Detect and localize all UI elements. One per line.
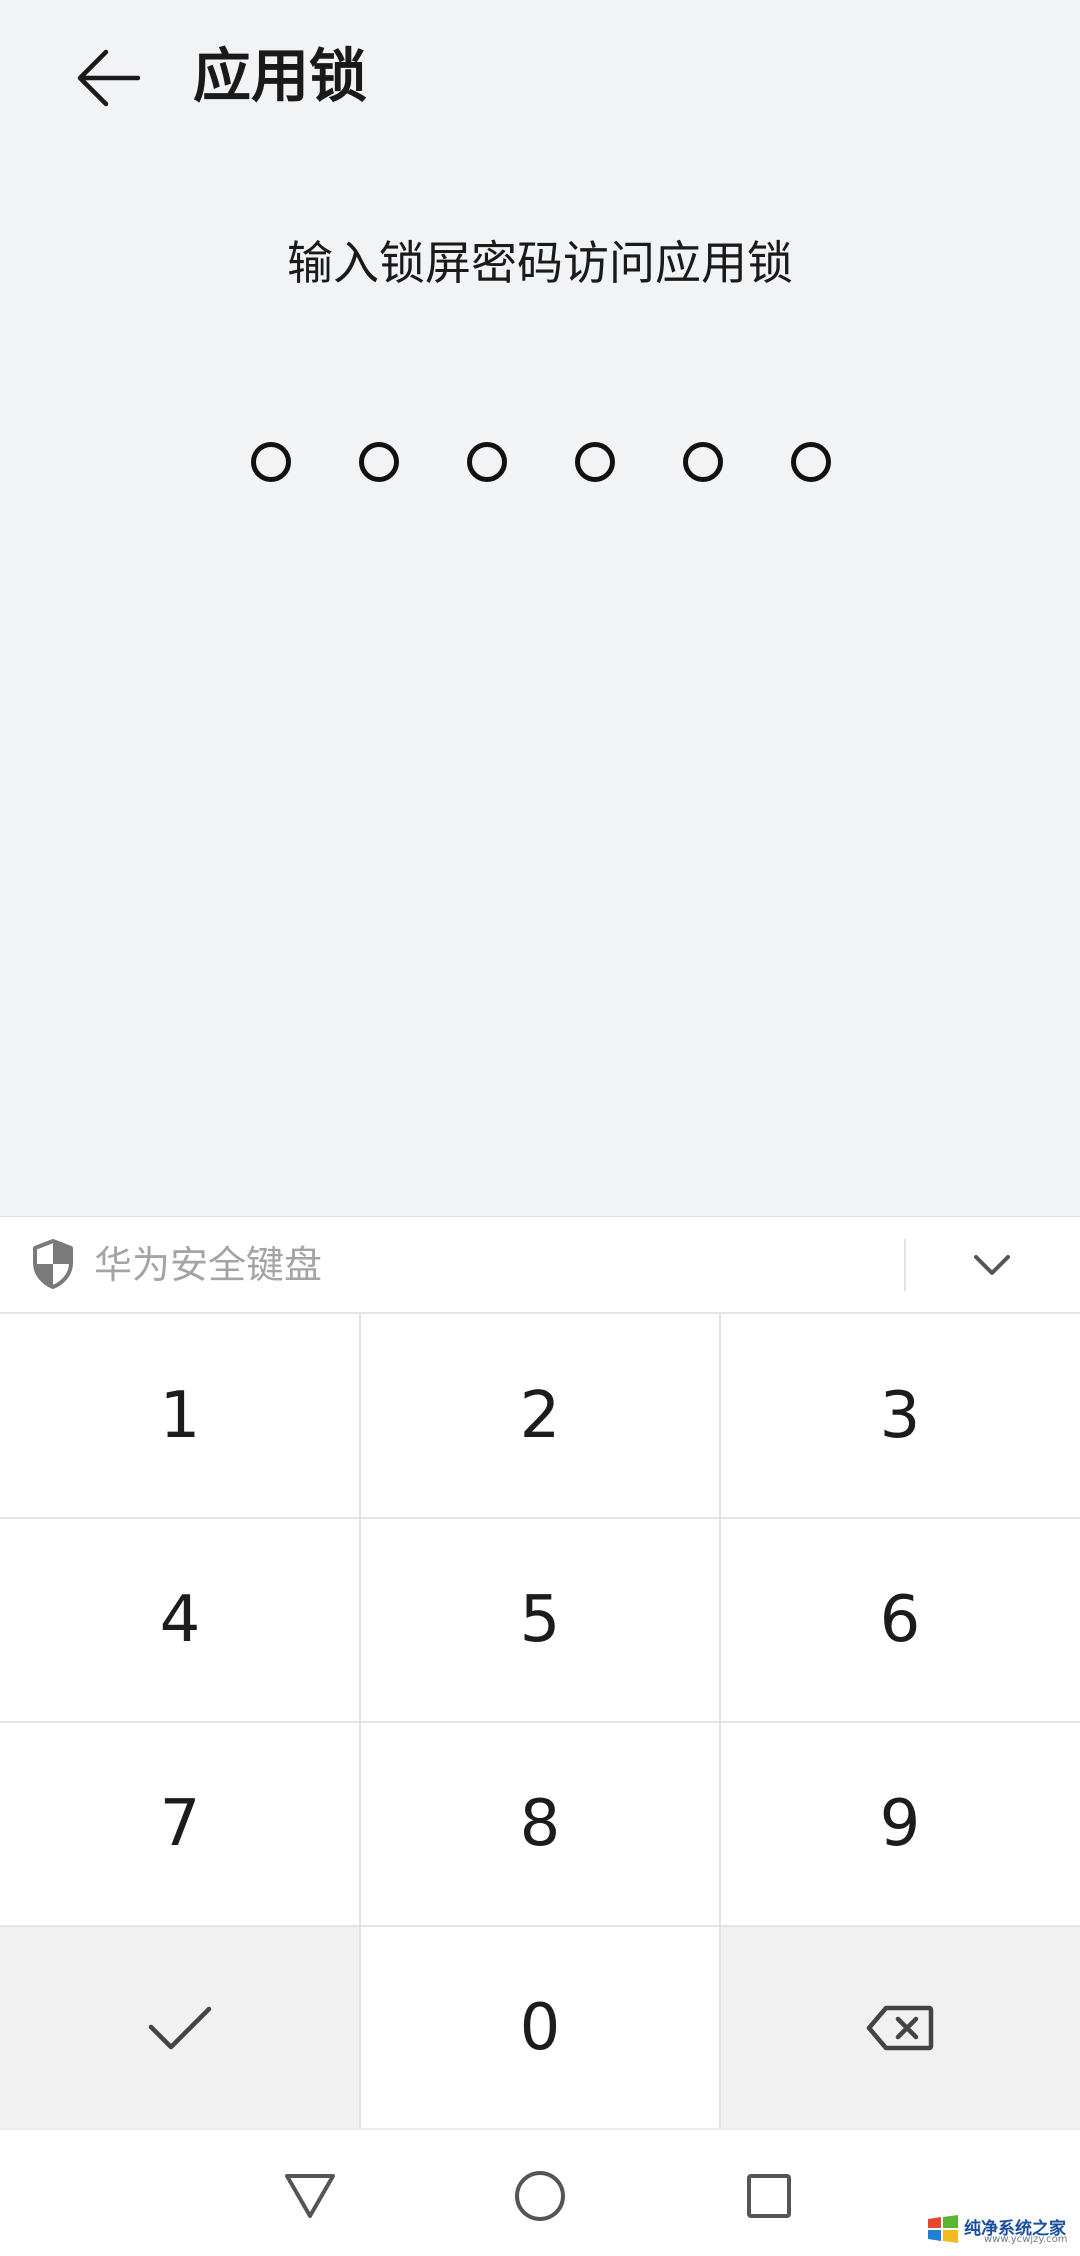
pin-dot xyxy=(791,442,831,482)
key-5[interactable]: 5 xyxy=(360,1518,720,1721)
key-2[interactable]: 2 xyxy=(360,1314,720,1517)
shield-icon xyxy=(33,1239,73,1289)
keypad: 1 2 3 4 5 6 7 8 9 0 xyxy=(0,1314,1080,2129)
nav-home-button[interactable] xyxy=(502,2158,578,2234)
keyboard-title: 华为安全键盘 xyxy=(94,1243,323,1287)
pin-indicator xyxy=(0,442,1080,482)
delete-key[interactable] xyxy=(720,1926,1080,2129)
collapse-keyboard-button[interactable] xyxy=(952,1231,1032,1299)
square-recents-icon xyxy=(747,2174,791,2218)
key-separator xyxy=(0,1721,1080,1723)
pin-dot xyxy=(359,442,399,482)
nav-recents-button[interactable] xyxy=(731,2158,807,2234)
nav-back-button[interactable] xyxy=(272,2158,348,2234)
pin-dot xyxy=(467,442,507,482)
key-1[interactable]: 1 xyxy=(0,1314,360,1517)
secure-keyboard: 华为安全键盘 1 2 3 4 5 6 7 8 9 0 xyxy=(0,1216,1080,2129)
chevron-down-icon xyxy=(974,1255,1010,1275)
triangle-back-icon xyxy=(285,2174,335,2218)
arrow-left-icon xyxy=(77,49,140,107)
password-prompt: 输入锁屏密码访问应用锁 xyxy=(287,236,793,290)
confirm-key[interactable] xyxy=(0,1926,360,2129)
back-button[interactable] xyxy=(60,30,156,126)
key-6[interactable]: 6 xyxy=(720,1518,1080,1721)
keyboard-toolbar: 华为安全键盘 xyxy=(0,1217,1080,1314)
page-title: 应用锁 xyxy=(193,42,368,110)
app-lock-screen: 应用锁 输入锁屏密码访问应用锁 xyxy=(0,0,1080,1216)
watermark-url: www.ycwjzy.com xyxy=(984,2234,1068,2245)
key-3[interactable]: 3 xyxy=(720,1314,1080,1517)
key-7[interactable]: 7 xyxy=(0,1722,360,1925)
check-icon xyxy=(148,2006,212,2049)
pin-dot xyxy=(683,442,723,482)
backspace-icon xyxy=(866,2005,934,2050)
key-8[interactable]: 8 xyxy=(360,1722,720,1925)
key-separator xyxy=(0,1925,1080,1927)
pin-dot xyxy=(251,442,291,482)
system-navigation-bar: 纯净系统之家 www.ycwjzy.com xyxy=(0,2128,1080,2256)
circle-home-icon xyxy=(515,2171,565,2221)
key-9[interactable]: 9 xyxy=(720,1722,1080,1925)
key-separator xyxy=(0,1517,1080,1519)
windows-logo-icon xyxy=(928,2215,958,2243)
header: 应用锁 xyxy=(0,0,1080,150)
pin-dot xyxy=(575,442,615,482)
key-4[interactable]: 4 xyxy=(0,1518,360,1721)
key-0[interactable]: 0 xyxy=(360,1926,720,2129)
site-watermark: 纯净系统之家 www.ycwjzy.com xyxy=(924,2212,1074,2248)
toolbar-divider xyxy=(904,1239,906,1291)
